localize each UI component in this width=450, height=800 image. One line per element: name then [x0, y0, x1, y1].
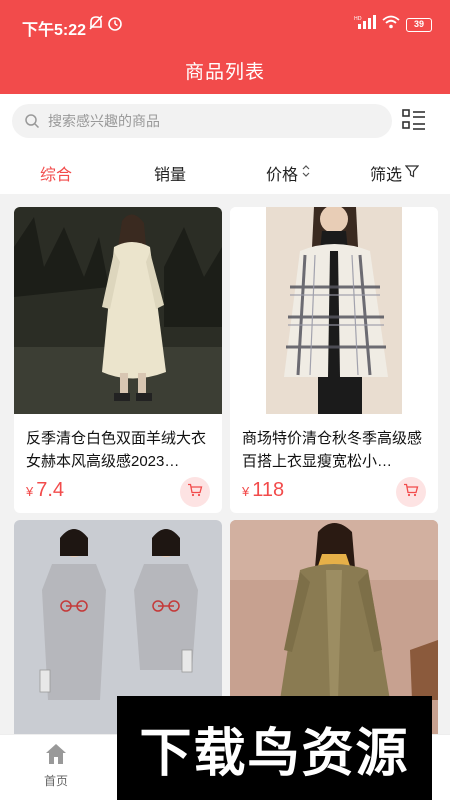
product-image-cream-long-coat[interactable]: [14, 207, 222, 414]
sort-tab-comprehensive[interactable]: 综合: [40, 161, 72, 185]
sort-bar: 综合 销量 价格 筛选: [0, 148, 450, 194]
status-bar: 下午5:22 HD 39: [0, 0, 450, 46]
mute-alarm-icons: [88, 14, 124, 37]
price-value: 7.4: [36, 479, 65, 501]
watermark-text: 下载鸟资源: [139, 723, 410, 784]
product-price: ¥7.4: [26, 479, 64, 502]
svg-text:HD: HD: [354, 16, 362, 22]
currency-symbol: ¥: [26, 484, 34, 499]
product-card[interactable]: 商场特价清仓秋冬季高级感百搭上衣显瘦宽松小… ¥118: [230, 207, 438, 513]
sort-tab-sales[interactable]: 销量: [154, 161, 186, 185]
search-box[interactable]: [12, 104, 392, 138]
tab-label: 首页: [43, 774, 68, 788]
filter-funnel-icon: [404, 164, 420, 183]
search-row: [0, 94, 450, 148]
battery-icon: 39: [406, 17, 432, 32]
sort-tab-label: 综合: [40, 167, 73, 184]
add-to-cart-button[interactable]: [180, 477, 210, 507]
tab-home[interactable]: 首页: [16, 743, 96, 789]
status-right: HD 39: [354, 15, 432, 34]
sort-tab-label: 筛选: [370, 167, 403, 184]
product-price: ¥118: [242, 479, 284, 502]
search-icon: [24, 113, 40, 134]
home-icon: [44, 744, 68, 768]
currency-symbol: ¥: [242, 484, 250, 499]
cart-icon: [403, 483, 419, 502]
price-value: 118: [252, 479, 285, 501]
cart-icon: [187, 483, 203, 502]
search-input[interactable]: [48, 104, 378, 138]
sort-updown-icon: [301, 164, 311, 183]
watermark-banner: 下载鸟资源: [117, 696, 432, 800]
list-view-toggle-icon[interactable]: [402, 109, 426, 136]
sort-tab-label: 价格: [266, 167, 299, 184]
sort-tab-filter[interactable]: 筛选: [370, 161, 420, 185]
signal-icon: HD: [354, 15, 376, 34]
wifi-icon: [382, 15, 400, 34]
status-time: 下午5:22: [22, 22, 87, 39]
app-header: 下午5:22 HD 39 商品列表: [0, 0, 450, 94]
sort-tab-price[interactable]: 价格: [266, 161, 311, 185]
product-title: 商场特价清仓秋冬季高级感百搭上衣显瘦宽松小…: [242, 430, 423, 470]
add-to-cart-button[interactable]: [396, 477, 426, 507]
page-title: 商品列表: [184, 62, 265, 83]
product-card[interactable]: 反季清仓白色双面羊绒大衣女赫本风高级感2023… ¥7.4: [14, 207, 222, 513]
product-title: 反季清仓白色双面羊绒大衣女赫本风高级感2023…: [26, 430, 207, 470]
sort-tab-label: 销量: [154, 167, 187, 184]
product-image-plaid-cardigan[interactable]: [230, 207, 438, 414]
